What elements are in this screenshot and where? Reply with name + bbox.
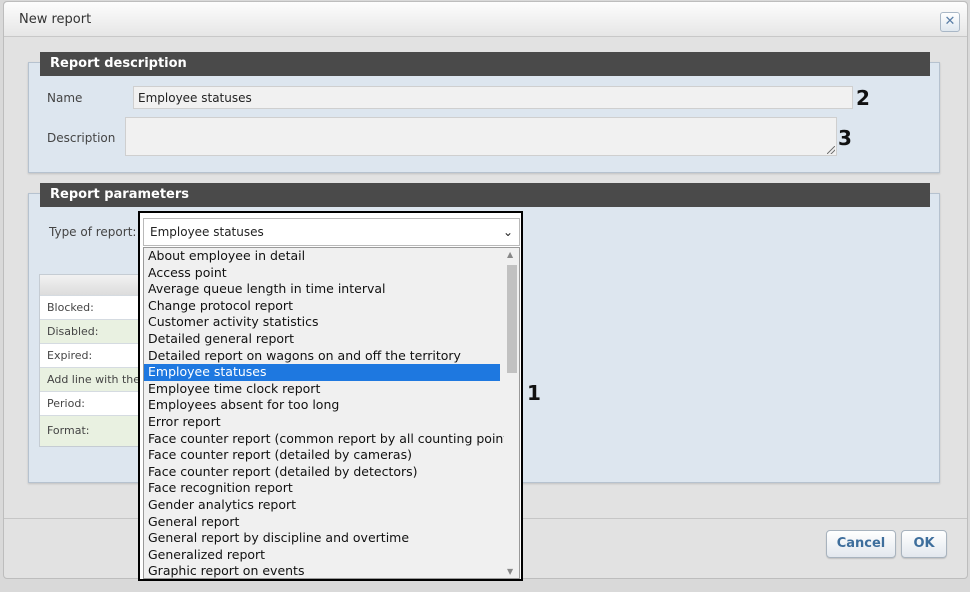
report-type-option[interactable]: Face counter report (detailed by detecto… bbox=[144, 464, 500, 481]
scroll-up-icon[interactable]: ▲ bbox=[507, 250, 513, 259]
report-type-select[interactable]: Employee statuses ⌄ bbox=[143, 218, 520, 246]
report-description-header: Report description bbox=[40, 52, 930, 76]
report-type-option[interactable]: Employees absent for too long bbox=[144, 397, 500, 414]
report-type-option[interactable]: Graphic report on events bbox=[144, 563, 500, 578]
description-field[interactable] bbox=[125, 117, 837, 156]
type-of-report-label: Type of report: bbox=[49, 225, 137, 239]
report-type-option[interactable]: Face counter report (detailed by cameras… bbox=[144, 447, 500, 464]
report-type-option[interactable]: About employee in detail bbox=[144, 248, 500, 265]
callout-2: 2 bbox=[856, 86, 870, 110]
scrollbar-thumb[interactable] bbox=[507, 265, 517, 373]
report-type-option[interactable]: Face recognition report bbox=[144, 480, 500, 497]
report-type-option[interactable]: Access point bbox=[144, 265, 500, 282]
dialog-titlebar: New report ✕ bbox=[4, 2, 967, 37]
cancel-button[interactable]: Cancel bbox=[826, 530, 896, 558]
ok-button[interactable]: OK bbox=[901, 530, 947, 558]
report-type-option[interactable]: Average queue length in time interval bbox=[144, 281, 500, 298]
name-field[interactable]: Employee statuses bbox=[133, 86, 853, 109]
report-type-option[interactable]: Change protocol report bbox=[144, 298, 500, 315]
chevron-down-icon[interactable]: ⌄ bbox=[503, 219, 513, 245]
report-type-option[interactable]: Customer activity statistics bbox=[144, 314, 500, 331]
report-type-option[interactable]: Face counter report (common report by al… bbox=[144, 431, 519, 448]
resize-grip-icon[interactable] bbox=[827, 146, 835, 154]
report-type-selected-value: Employee statuses bbox=[150, 225, 264, 239]
callout-3: 3 bbox=[838, 126, 852, 150]
report-type-option[interactable]: Detailed general report bbox=[144, 331, 500, 348]
report-type-option[interactable]: Gender analytics report bbox=[144, 497, 500, 514]
report-type-option[interactable]: Employee time clock report bbox=[144, 381, 500, 398]
close-icon[interactable]: ✕ bbox=[940, 12, 960, 32]
options-scrollbar[interactable]: ▲ ▼ bbox=[504, 248, 519, 578]
callout-1: 1 bbox=[527, 381, 541, 405]
report-type-option[interactable]: Employee statuses bbox=[144, 364, 500, 381]
description-label: Description bbox=[47, 131, 116, 145]
report-type-option[interactable]: General report by discipline and overtim… bbox=[144, 530, 500, 547]
report-type-option[interactable]: Error report bbox=[144, 414, 500, 431]
dialog-title: New report bbox=[19, 12, 92, 27]
name-label: Name bbox=[47, 91, 83, 105]
report-type-option[interactable]: Detailed report on wagons on and off the… bbox=[144, 348, 500, 365]
report-type-dropdown-highlight: Employee statuses ⌄ About employee in de… bbox=[138, 211, 523, 581]
report-parameters-header: Report parameters bbox=[40, 183, 930, 207]
report-type-option[interactable]: General report bbox=[144, 514, 500, 531]
report-type-option[interactable]: Generalized report bbox=[144, 547, 500, 564]
report-type-options-list[interactable]: About employee in detail Access point Aver… bbox=[143, 247, 520, 579]
scroll-down-icon[interactable]: ▼ bbox=[507, 567, 513, 576]
